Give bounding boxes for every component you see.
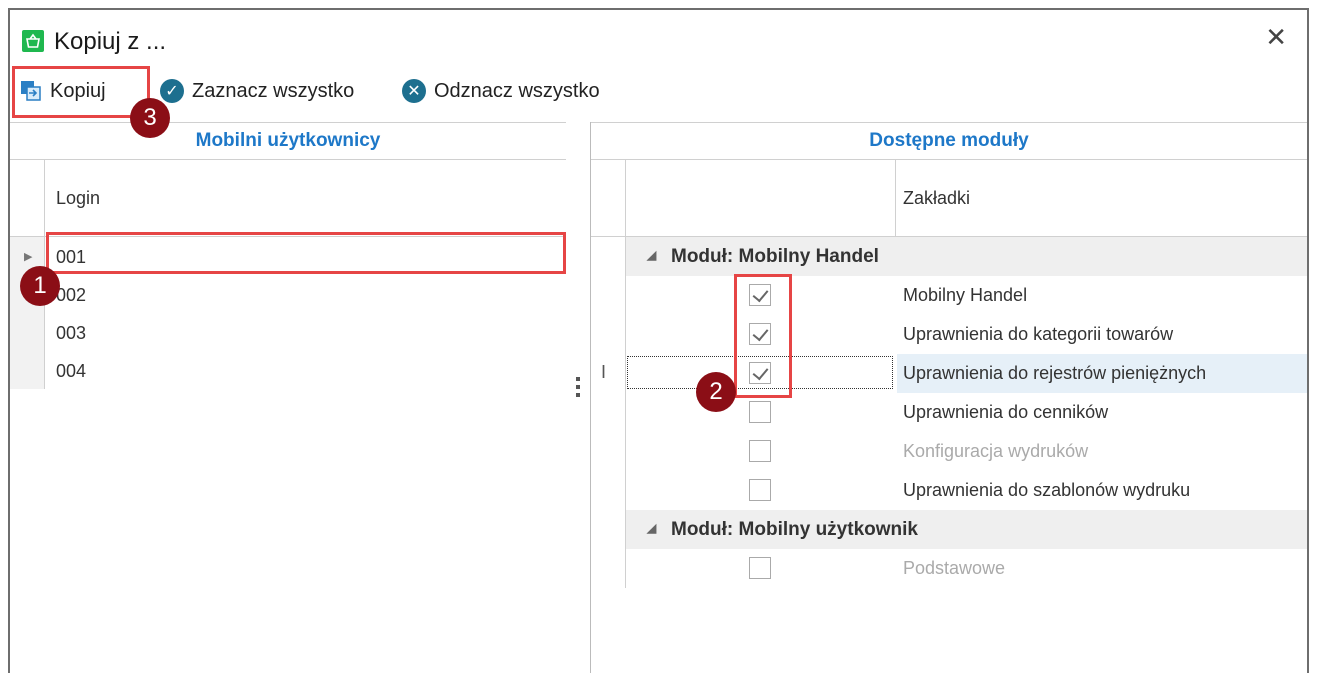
module-checkbox[interactable]: [749, 557, 771, 579]
module-row[interactable]: Konfiguracja wydruków: [591, 432, 1307, 471]
row-indicator-header: [591, 160, 626, 236]
row-indicator: I: [591, 354, 626, 393]
dialog-window: Kopiuj z ... ✕ Kopiuj ✓ Zaznacz wszystko…: [8, 8, 1309, 673]
module-label: Uprawnienia do rejestrów pieniężnych: [903, 363, 1207, 383]
close-icon[interactable]: ✕: [1265, 22, 1287, 53]
list-item[interactable]: 002: [10, 275, 566, 313]
collapse-triangle-icon[interactable]: ◢: [647, 248, 656, 262]
module-label: Uprawnienia do cenników: [903, 402, 1109, 422]
row-indicator-header: [10, 160, 45, 236]
splitter-grip-icon: [576, 377, 580, 401]
row-indicator: [591, 510, 626, 549]
callout-copy: [12, 66, 150, 118]
module-checkbox[interactable]: [749, 440, 771, 462]
row-indicator: [591, 471, 626, 510]
callout-row-001: [46, 232, 566, 274]
select-all-button[interactable]: ✓ Zaznacz wszystko: [160, 70, 354, 112]
module-row[interactable]: Mobilny Handel: [591, 276, 1307, 315]
app-basket-icon: [22, 30, 44, 52]
group-row-mobilny-handel[interactable]: ◢ Moduł: Mobilny Handel: [591, 237, 1307, 276]
module-row[interactable]: Uprawnienia do szablonów wydruku: [591, 471, 1307, 510]
login-value: 004: [56, 361, 87, 381]
row-indicator: [591, 393, 626, 432]
module-label: Uprawnienia do kategorii towarów: [903, 324, 1174, 344]
row-indicator: [591, 549, 626, 588]
row-indicator: [591, 432, 626, 471]
collapse-triangle-icon[interactable]: ◢: [647, 521, 656, 535]
select-all-label: Zaznacz wszystko: [192, 79, 355, 102]
column-divider: [895, 160, 896, 236]
module-label: Uprawnienia do szablonów wydruku: [903, 480, 1191, 500]
login-value: 002: [56, 285, 87, 305]
row-indicator: [591, 315, 626, 354]
list-item[interactable]: 003: [10, 313, 566, 351]
module-checkbox[interactable]: [749, 401, 771, 423]
row-indicator: [591, 276, 626, 315]
users-panel: Mobilni użytkownicy Login ▶ 001 002 003 …: [10, 122, 567, 673]
toolbar: Kopiuj ✓ Zaznacz wszystko ✕ Odznacz wszy…: [10, 70, 1307, 112]
module-row[interactable]: Podstawowe: [591, 549, 1307, 588]
annotation-badge-1: 1: [20, 266, 60, 306]
callout-checkboxes: [734, 274, 792, 398]
modules-panel-header: Dostępne moduły: [591, 122, 1307, 160]
module-row[interactable]: Uprawnienia do kategorii towarów: [591, 315, 1307, 354]
users-panel-header: Mobilni użytkownicy: [10, 122, 566, 160]
text-cursor-icon: I: [601, 362, 607, 382]
module-checkbox[interactable]: [749, 479, 771, 501]
titlebar: Kopiuj z ... ✕: [10, 10, 1307, 68]
group-row-mobilny-uzytkownik[interactable]: ◢ Moduł: Mobilny użytkownik: [591, 510, 1307, 549]
list-item[interactable]: 004: [10, 351, 566, 389]
deselect-all-button[interactable]: ✕ Odznacz wszystko: [402, 70, 600, 112]
group-label: Moduł: Mobilny Handel: [671, 246, 879, 267]
row-pointer-icon: ▶: [24, 251, 33, 263]
module-label: Podstawowe: [903, 558, 1006, 578]
annotation-badge-2: 2: [696, 372, 736, 412]
group-label: Moduł: Mobilny użytkownik: [671, 519, 918, 540]
window-title: Kopiuj z ...: [54, 28, 167, 55]
x-circle-icon: ✕: [402, 79, 426, 103]
module-label: Mobilny Handel: [903, 285, 1028, 305]
tabs-column-label: Zakładki: [903, 188, 971, 208]
module-label: Konfiguracja wydruków: [903, 441, 1089, 461]
row-indicator: [591, 237, 626, 276]
login-value: 003: [56, 323, 87, 343]
login-column-label: Login: [56, 188, 101, 208]
check-circle-icon: ✓: [160, 79, 184, 103]
tabs-column-header[interactable]: Zakładki: [591, 160, 1307, 237]
panel-splitter[interactable]: [566, 122, 590, 673]
annotation-badge-3: 3: [130, 98, 170, 138]
deselect-all-label: Odznacz wszystko: [434, 79, 600, 102]
login-column-header[interactable]: Login: [10, 160, 566, 237]
